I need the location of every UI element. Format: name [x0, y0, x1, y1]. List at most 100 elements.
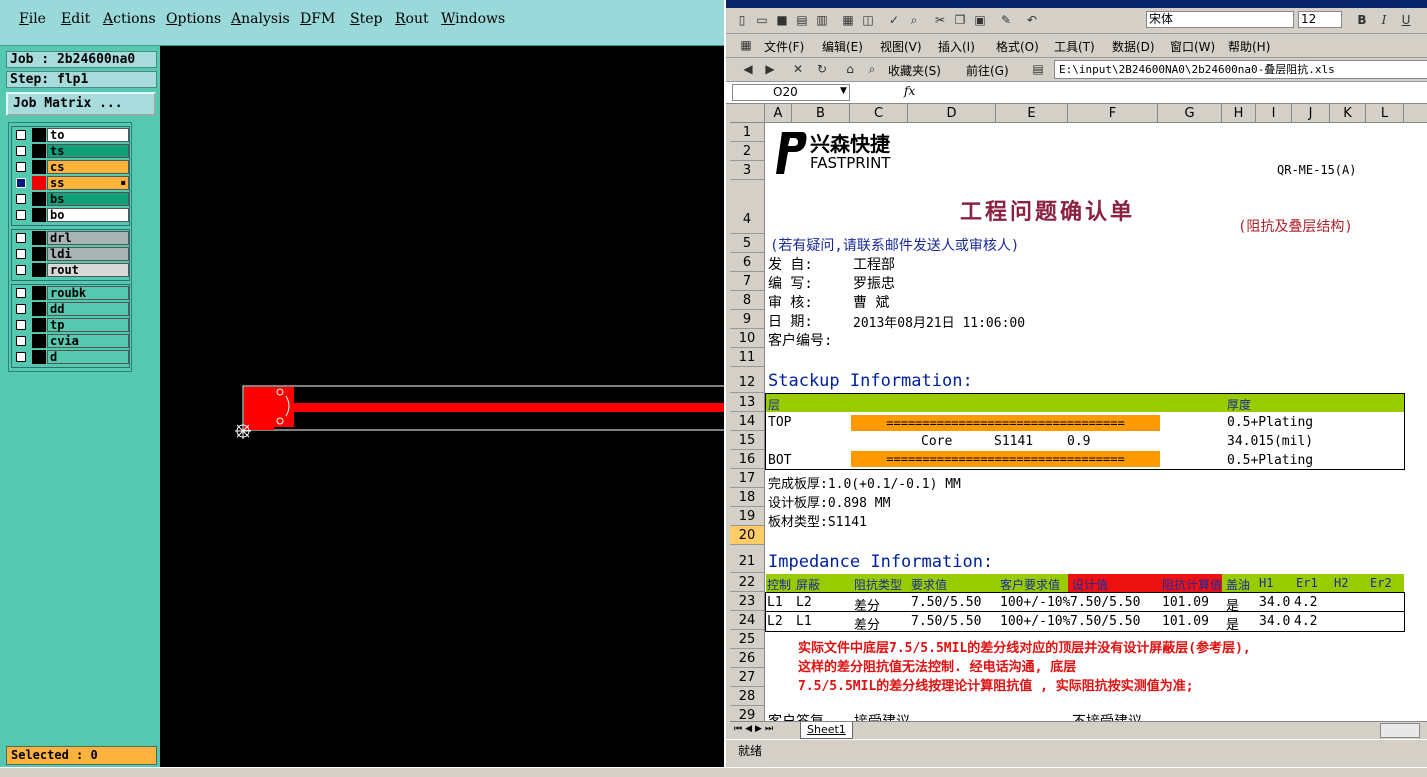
col-header[interactable]: D [908, 104, 996, 123]
layer-row[interactable]: tp [12, 317, 129, 333]
row-header[interactable]: 1 [730, 123, 765, 142]
worksheet-grid[interactable]: A B C D E F G H I J K L 1 2 3 4 5 6 7 8 … [730, 104, 1427, 721]
layer-name[interactable]: to [47, 128, 129, 142]
row-header[interactable]: 6 [730, 253, 765, 272]
layer-row[interactable]: cvia [12, 333, 129, 349]
col-header[interactable]: L [1366, 104, 1404, 123]
layer-row[interactable]: ss ▪ [12, 175, 129, 191]
open-icon[interactable]: ▭ [754, 12, 770, 28]
row-header[interactable]: 13 [730, 393, 765, 412]
menu-options[interactable]: Options [166, 11, 221, 27]
menu-file[interactable]: 文件(F) [764, 38, 804, 55]
font-size-select[interactable]: 12 [1298, 11, 1342, 28]
menu-rout[interactable]: Rout [395, 11, 429, 27]
search-icon[interactable]: ⌕ [864, 61, 880, 77]
col-header[interactable]: C [850, 104, 908, 123]
col-header[interactable]: F [1068, 104, 1158, 123]
menu-file[interactable]: File [19, 11, 46, 27]
layer-checkbox[interactable] [16, 249, 26, 259]
row-header[interactable]: 23 [730, 592, 765, 611]
home-icon[interactable]: ⌂ [842, 61, 858, 77]
save-icon[interactable]: ■ [774, 12, 790, 28]
trace-line[interactable] [294, 403, 730, 412]
pdf-icon[interactable]: ▤ [794, 12, 810, 28]
layer-checkbox[interactable] [16, 194, 26, 204]
underline-icon[interactable]: U [1398, 12, 1414, 28]
col-header[interactable]: E [996, 104, 1068, 123]
horizontal-scrollbar[interactable] [1380, 723, 1420, 738]
layer-row[interactable]: ts [12, 143, 129, 159]
row-header[interactable]: 10 [730, 329, 765, 348]
col-header[interactable]: A [765, 104, 792, 123]
sheet-tab-sheet1[interactable]: Sheet1 [800, 722, 853, 739]
menu-tools[interactable]: 工具(T) [1054, 38, 1095, 55]
paste-icon[interactable]: ▣ [972, 12, 988, 28]
spellcheck-icon[interactable]: ✓ [886, 12, 902, 28]
col-header[interactable]: G [1158, 104, 1222, 123]
row-header[interactable]: 28 [730, 687, 765, 706]
layer-checkbox[interactable] [16, 336, 26, 346]
row-header-selected[interactable]: 20 [730, 526, 765, 545]
row-header[interactable]: 15 [730, 431, 765, 450]
col-header[interactable]: J [1292, 104, 1330, 123]
show-web-toolbar-icon[interactable]: ▤ [1030, 61, 1046, 77]
italic-icon[interactable]: I [1376, 12, 1392, 28]
name-box-dropdown-icon[interactable]: ▼ [840, 86, 847, 96]
menu-windows[interactable]: Windows [441, 11, 505, 27]
layer-checkbox[interactable] [16, 178, 26, 188]
row-header[interactable]: 27 [730, 668, 765, 687]
menu-dfm[interactable]: DFM [300, 11, 335, 27]
undo-icon[interactable]: ↶ [1024, 12, 1040, 28]
row-header[interactable]: 17 [730, 469, 765, 488]
layer-checkbox[interactable] [16, 210, 26, 220]
formula-input[interactable] [918, 84, 1427, 101]
favorites-menu[interactable]: 收藏夹(S) [888, 62, 941, 79]
accept-option[interactable]: 接受建议 [854, 711, 910, 721]
layer-name[interactable]: bo [47, 208, 129, 222]
menu-insert[interactable]: 插入(I) [938, 38, 975, 55]
research-icon[interactable]: ⌕ [906, 12, 922, 28]
layer-checkbox[interactable] [16, 352, 26, 362]
menu-edit[interactable]: 编辑(E) [822, 38, 863, 55]
stop-icon[interactable]: ✕ [790, 61, 806, 77]
layer-name[interactable]: drl [47, 231, 129, 245]
row-header[interactable]: 14 [730, 412, 765, 431]
row-header[interactable]: 26 [730, 649, 765, 668]
layer-row[interactable]: dd [12, 301, 129, 317]
menu-edit[interactable]: Edit [61, 11, 90, 27]
col-header[interactable]: B [792, 104, 850, 123]
row-header[interactable]: 3 [730, 161, 765, 180]
menu-data[interactable]: 数据(D) [1112, 38, 1155, 55]
goto-menu[interactable]: 前往(G) [966, 62, 1009, 79]
row-header[interactable]: 16 [730, 450, 765, 469]
menu-format[interactable]: 格式(O) [996, 38, 1039, 55]
layer-row[interactable]: cs [12, 159, 129, 175]
row-header[interactable]: 4 [730, 180, 765, 234]
layer-checkbox[interactable] [16, 320, 26, 330]
preview2-icon[interactable]: ◫ [860, 12, 876, 28]
row-header[interactable]: 24 [730, 611, 765, 630]
layer-checkbox[interactable] [16, 265, 26, 275]
layer-row[interactable]: bo [12, 207, 129, 223]
col-header[interactable]: H [1222, 104, 1256, 123]
layer-row[interactable]: d [12, 349, 129, 365]
preview-icon[interactable]: ▦ [840, 12, 856, 28]
refresh-icon[interactable]: ↻ [814, 61, 830, 77]
row-header[interactable]: 8 [730, 291, 765, 310]
menu-analysis[interactable]: Analysis [231, 11, 290, 27]
layer-checkbox[interactable] [16, 130, 26, 140]
layer-name[interactable]: dd [47, 302, 129, 316]
format-painter-icon[interactable]: ✎ [998, 12, 1014, 28]
bold-icon[interactable]: B [1354, 12, 1370, 28]
copy-icon[interactable]: ❐ [952, 12, 968, 28]
menu-view[interactable]: 视图(V) [880, 38, 922, 55]
row-header[interactable]: 25 [730, 630, 765, 649]
layer-row[interactable]: ldi [12, 246, 129, 262]
layer-row[interactable]: drl [12, 230, 129, 246]
print-icon[interactable]: ▥ [814, 12, 830, 28]
menu-help[interactable]: 帮助(H) [1228, 38, 1270, 55]
menu-step[interactable]: Step [350, 11, 382, 27]
row-header[interactable]: 9 [730, 310, 765, 329]
row-header[interactable]: 21 [730, 545, 765, 573]
forward-icon[interactable]: ▶ [762, 61, 778, 77]
